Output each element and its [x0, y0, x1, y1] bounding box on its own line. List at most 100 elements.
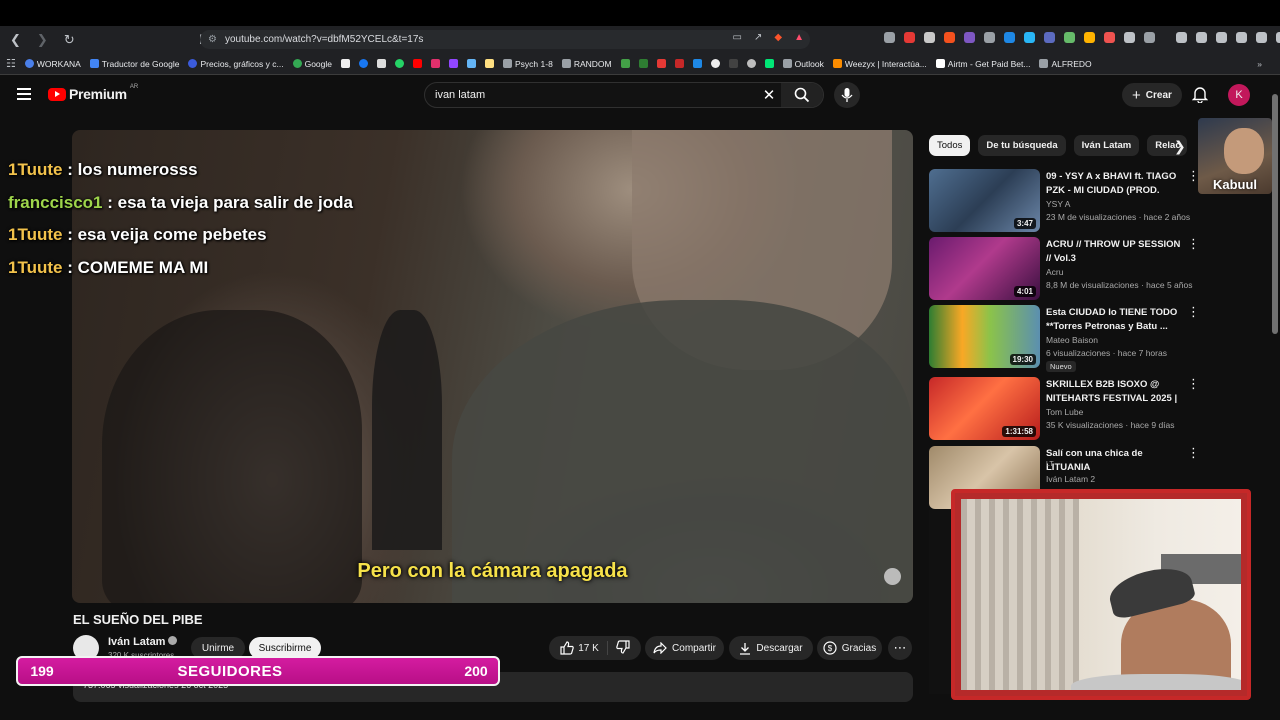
more-options-icon[interactable]: ⋮ — [1187, 237, 1200, 250]
stream-chat-overlay: 1Tuute : los numerosss franccisco1 : esa… — [8, 154, 353, 284]
extension-icon[interactable] — [984, 32, 995, 43]
page-scrollbar[interactable] — [1272, 94, 1278, 334]
bookmark-google[interactable]: Google — [292, 59, 332, 69]
extension-icon[interactable] — [944, 32, 955, 43]
bookmark-icon[interactable] — [638, 59, 648, 68]
bookmarks-bar: ☷ WORKANA Traductor de Google Precios, g… — [0, 53, 1280, 75]
more-bookmarks-icon[interactable]: » — [1257, 59, 1262, 69]
extension-icon[interactable] — [1024, 32, 1035, 43]
chip-todos[interactable]: Todos — [929, 135, 971, 156]
channel-name-text: Iván Latam — [108, 636, 166, 648]
bookmark-precios[interactable]: Precios, gráficos y c... — [188, 59, 284, 69]
menu-icon[interactable] — [17, 88, 31, 100]
chip-ivan-latam[interactable]: Iván Latam — [1073, 135, 1140, 156]
bookmark-workana[interactable]: WORKANA — [24, 59, 81, 69]
extensions-puzzle-icon[interactable] — [1124, 32, 1135, 43]
bookmark-random[interactable]: RANDOM — [561, 59, 612, 69]
sidebar-icon[interactable] — [1196, 32, 1207, 43]
bookmark-icon[interactable] — [692, 59, 702, 68]
extension-icon[interactable] — [904, 32, 915, 43]
recommendation-item[interactable]: 1:31:58 SKRILLEX B2B ISOXO @ NITEHARTS F… — [929, 377, 1200, 443]
bookmark-icon[interactable] — [746, 59, 756, 68]
search-input[interactable]: ivan latam — [425, 89, 757, 101]
vpn-icon[interactable] — [1256, 32, 1267, 43]
extension-icon[interactable] — [1004, 32, 1015, 43]
whatsapp-icon[interactable] — [395, 59, 405, 68]
bookmark-alfredo[interactable]: ALFREDO — [1039, 59, 1092, 69]
back-icon[interactable]: ❮ — [10, 32, 21, 48]
forward-icon[interactable]: ❯ — [37, 32, 48, 48]
extension-icon[interactable] — [924, 32, 935, 43]
extension-icon[interactable] — [884, 32, 895, 43]
bookmark-weezyx[interactable]: Weezyx | Interactúa... — [832, 59, 927, 69]
wallet-icon[interactable] — [1216, 32, 1227, 43]
reload-icon[interactable]: ↻ — [64, 32, 75, 48]
channel-name[interactable]: Iván Latam — [108, 636, 178, 648]
extension-icon[interactable] — [1044, 32, 1055, 43]
site-info-icon[interactable]: ⚙ — [208, 34, 217, 45]
video-thumbnail[interactable]: 4:01 — [929, 237, 1040, 300]
x-icon[interactable] — [377, 59, 387, 68]
tiktok-icon[interactable] — [341, 59, 351, 68]
dislike-button[interactable] — [608, 639, 630, 657]
extension-icon[interactable] — [964, 32, 975, 43]
notifications-button[interactable] — [1191, 86, 1209, 108]
extension-icon[interactable] — [1144, 32, 1155, 43]
cast-icon[interactable]: ▭ — [733, 32, 742, 43]
bookmark-outlook[interactable]: Outlook — [782, 59, 824, 69]
recommendation-item[interactable]: 19:30 Esta CIUDAD lo TIENE TODO **Torres… — [929, 305, 1200, 372]
folder-icon — [782, 59, 792, 68]
chevron-right-icon[interactable]: ❯ — [1174, 138, 1186, 155]
video-thumbnail[interactable]: 19:30 — [929, 305, 1040, 368]
account-avatar[interactable]: K — [1228, 84, 1250, 106]
extension-icon[interactable] — [1064, 32, 1075, 43]
facebook-icon[interactable] — [359, 59, 369, 68]
bookmark-translate[interactable]: Traductor de Google — [89, 59, 179, 69]
clear-search-icon[interactable]: ✕ — [757, 86, 781, 104]
share-button[interactable]: Compartir — [645, 636, 724, 660]
bookmark-icon[interactable] — [620, 59, 630, 68]
bookmark-icon[interactable] — [764, 59, 774, 68]
video-thumbnail[interactable]: 3:47 — [929, 169, 1040, 232]
brave-shield-icon[interactable]: ◆ — [774, 32, 782, 43]
channel-watermark-icon[interactable] — [884, 568, 901, 585]
voice-search-button[interactable] — [834, 82, 860, 108]
extension-icon[interactable] — [1084, 32, 1095, 43]
extension-icon[interactable] — [1104, 32, 1115, 43]
more-options-icon[interactable]: ⋮ — [1187, 446, 1200, 459]
media-icon[interactable] — [1176, 32, 1187, 43]
youtube-icon[interactable] — [413, 59, 423, 68]
recommendation-item[interactable]: 4:01 ACRU // THROW UP SESSION // Vol.3 A… — [929, 237, 1200, 303]
bookmark-icon[interactable] — [728, 59, 738, 68]
bookmark-icon[interactable] — [710, 59, 720, 68]
address-bar[interactable]: ⚙ youtube.com/watch?v=dbfM52YCELc&t=17s … — [200, 30, 810, 49]
bookmark-label: Airtm - Get Paid Bet... — [947, 58, 1031, 69]
recommendation-item[interactable]: 3:47 09 - YSY A x BHAVI ft. TIAGO PZK - … — [929, 169, 1200, 235]
bookmark-icon[interactable] — [467, 59, 477, 68]
bookmark-psych[interactable]: Psych 1-8 — [503, 59, 553, 69]
like-button[interactable]: 17 K — [560, 641, 608, 655]
download-button[interactable]: Descargar — [729, 636, 813, 660]
search-button[interactable] — [781, 83, 823, 107]
bookmark-airtm[interactable]: Airtm - Get Paid Bet... — [935, 58, 1031, 69]
bookmark-icon[interactable] — [485, 59, 495, 68]
video-thumbnail[interactable]: 1:31:58 — [929, 377, 1040, 440]
apps-icon[interactable]: ☷ — [6, 57, 16, 70]
youtube-logo[interactable]: Premium AR — [48, 84, 139, 102]
recommendation-thumbnail-partial[interactable] — [929, 510, 951, 694]
bookmark-icon[interactable] — [656, 59, 666, 68]
leo-icon[interactable] — [1236, 32, 1247, 43]
more-options-icon[interactable]: ⋮ — [1187, 377, 1200, 390]
menu-icon[interactable] — [1276, 32, 1280, 43]
create-button[interactable]: + Crear — [1122, 83, 1182, 107]
instagram-icon[interactable] — [431, 59, 441, 68]
thanks-button[interactable]: $ Gracias — [817, 636, 882, 660]
share-icon[interactable]: ↗ — [754, 32, 762, 43]
more-options-icon[interactable]: ⋮ — [1187, 305, 1200, 318]
twitch-icon[interactable] — [449, 59, 459, 68]
chip-de-tu-busqueda[interactable]: De tu búsqueda — [978, 135, 1066, 156]
bookmark-icon[interactable] — [674, 59, 684, 68]
country-code: AR — [129, 84, 139, 90]
more-actions-button[interactable]: ⋯ — [888, 636, 912, 660]
rewards-icon[interactable]: ▲ — [794, 32, 804, 43]
